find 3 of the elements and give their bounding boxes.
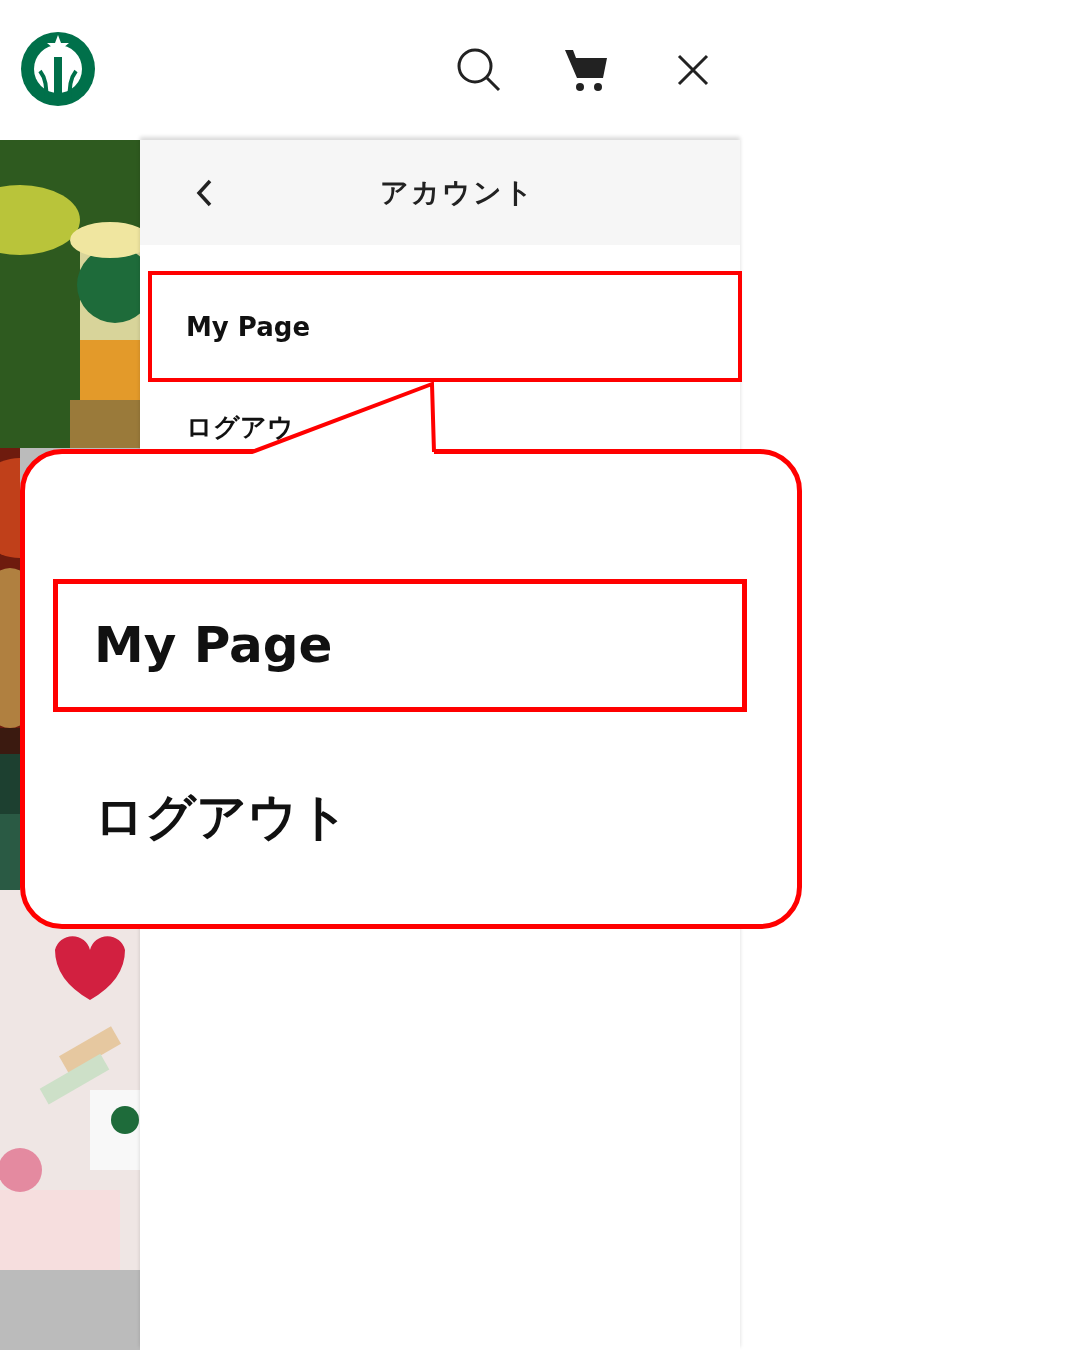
logo-icon[interactable] <box>20 31 98 109</box>
menu-item[interactable]: My Page <box>148 271 742 382</box>
panel-title: アカウント <box>380 174 535 211</box>
